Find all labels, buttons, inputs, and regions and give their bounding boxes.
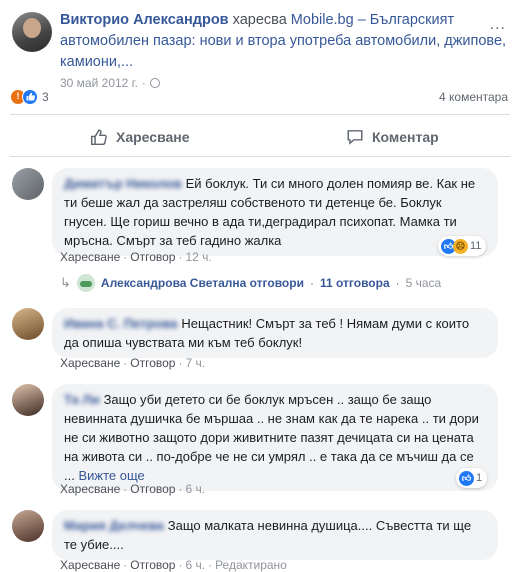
post-menu-icon[interactable]: ... — [490, 16, 506, 34]
comment-reactions[interactable]: 👍︎ ☹ 11 — [438, 236, 487, 256]
comment-reaction-count: 1 — [476, 472, 483, 484]
like-button-label: Харесване — [116, 129, 190, 145]
like-reaction-icon: 👍︎ — [459, 470, 474, 486]
post-action-text: харесва — [232, 12, 287, 28]
comment-reaction-count: 11 — [470, 240, 482, 252]
comment-bubble: Димитър Николов Ей боклук. Ти си много до… — [52, 168, 498, 256]
commenter-name[interactable]: Та Ли — [64, 392, 100, 407]
comment-time[interactable]: 12 ч. — [185, 250, 211, 264]
divider — [10, 114, 510, 115]
comment-actions: Харесване · Отговор · 7 ч. — [60, 356, 206, 370]
see-more-link[interactable]: Вижте още — [78, 468, 144, 483]
comment-time[interactable]: 6 ч. — [185, 482, 205, 496]
comments-count-link[interactable]: 4 коментара — [439, 90, 508, 104]
post-author-link[interactable]: Викторио Александров — [60, 12, 229, 28]
replies-count[interactable]: 11 отговора — [320, 276, 390, 290]
commenter-avatar[interactable] — [12, 510, 44, 542]
comment-button[interactable]: Коментар — [346, 120, 439, 154]
comment-actions: Харесване · Отговор · 12 ч. — [60, 250, 212, 264]
reaction-count[interactable]: 3 — [42, 90, 49, 104]
reply-arrow-icon: ↳ — [60, 275, 71, 290]
comment-reply-link[interactable]: Отговор — [130, 356, 175, 370]
replies-author[interactable]: Александрова Светална отговори — [101, 276, 304, 290]
replier-avatar — [76, 274, 95, 292]
comment-reply-link[interactable]: Отговор — [130, 250, 175, 264]
comment-reactions[interactable]: 👍︎ 1 — [456, 468, 488, 488]
globe-icon — [149, 78, 160, 88]
comment-button-label: Коментар — [372, 129, 439, 145]
commenter-name[interactable]: Ивана С. Петрова — [64, 316, 177, 331]
replies-time: 5 часа — [405, 276, 442, 290]
commenter-name[interactable]: Димитър Николов — [64, 176, 182, 191]
reactions-summary[interactable]: ! 3 4 коментара — [10, 88, 510, 106]
comment-like-link[interactable]: Харесване — [60, 250, 120, 264]
comment-bubble: Мария Делчева Защо малката невинна душица… — [52, 510, 498, 560]
comment-like-link[interactable]: Харесване — [60, 356, 120, 370]
like-button[interactable]: Харесване — [90, 120, 190, 154]
divider — [10, 156, 510, 157]
post-text: Викторио Александров харесва Mobile.bg –… — [60, 10, 512, 73]
author-avatar[interactable] — [12, 12, 52, 52]
comment-actions: Харесване · Отговор · 6 ч. — [60, 482, 206, 496]
comment-bubble: Та Ли Защо уби детето си бе боклук мръсен… — [52, 384, 498, 491]
replies-summary[interactable]: ↳ Александрова Светална отговори · 11 от… — [60, 274, 441, 292]
commenter-name[interactable]: Мария Делчева — [64, 518, 164, 533]
like-reaction-icon — [22, 89, 38, 105]
comment-bubble: Ивана С. Петрова Нещастник! Смърт за теб … — [52, 308, 498, 358]
post-action-bar: Харесване Коментар — [10, 120, 510, 154]
commenter-avatar[interactable] — [12, 308, 44, 340]
comment-time[interactable]: 7 ч. — [185, 356, 205, 370]
commenter-avatar[interactable] — [12, 384, 44, 416]
comment-reply-link[interactable]: Отговор — [130, 482, 175, 496]
thumbs-up-icon — [90, 129, 107, 146]
commenter-avatar[interactable] — [12, 168, 44, 200]
sad-reaction-icon: ☹ — [453, 238, 468, 254]
comment-like-link[interactable]: Харесване — [60, 482, 120, 496]
speech-bubble-icon — [347, 130, 363, 145]
